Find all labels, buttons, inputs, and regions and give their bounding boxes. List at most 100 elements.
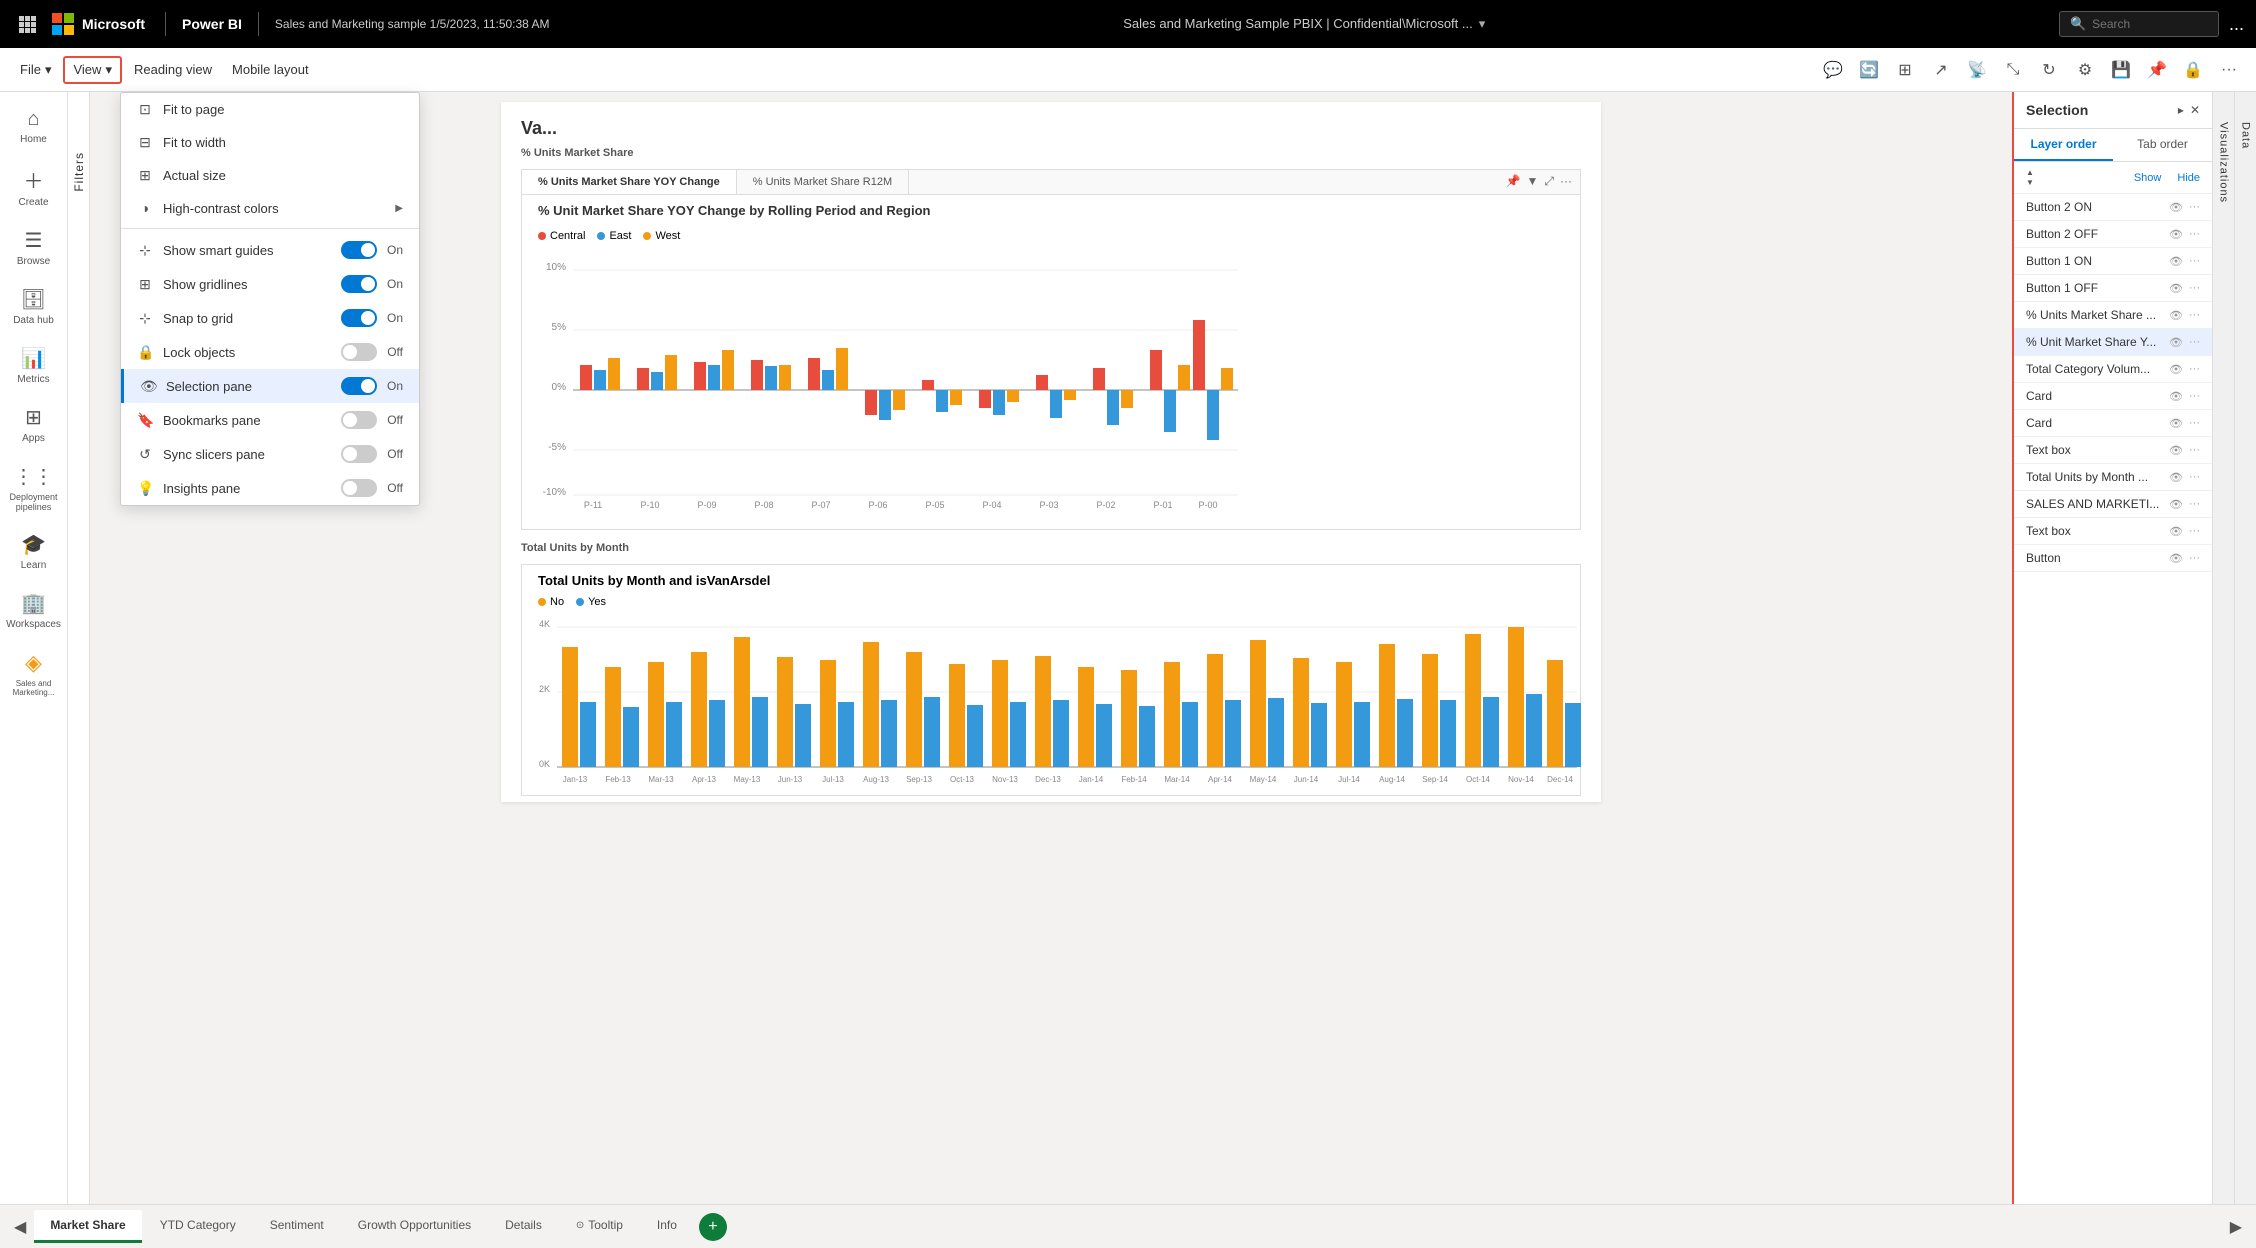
view-button[interactable]: View ▾	[63, 56, 121, 84]
sidebar-item-home[interactable]: ⌂ Home	[4, 100, 64, 153]
layer-button1on[interactable]: Button 1 ON 👁 ···	[2014, 248, 2212, 275]
tab-growth-opportunities[interactable]: Growth Opportunities	[342, 1210, 487, 1243]
visibility-icon[interactable]: 👁	[2169, 336, 2183, 349]
table-icon[interactable]: ⊞	[1890, 55, 1920, 85]
show-button[interactable]: Show	[2134, 172, 2162, 184]
tab-layer-order[interactable]: Layer order	[2014, 129, 2113, 161]
chevron-down-icon[interactable]: ▾	[1479, 16, 1486, 32]
visibility-icon[interactable]: 👁	[2169, 282, 2183, 295]
visibility-icon[interactable]: 👁	[2169, 255, 2183, 268]
more-layer-icon[interactable]: ···	[2189, 255, 2200, 268]
visibility-icon[interactable]: 👁	[2169, 363, 2183, 376]
sidebar-item-learn[interactable]: 🎓 Learn	[4, 524, 64, 579]
visibility-icon[interactable]: 👁	[2169, 417, 2183, 430]
more-layer-icon[interactable]: ···	[2189, 228, 2200, 241]
hide-button[interactable]: Hide	[2177, 172, 2200, 184]
file-button[interactable]: File ▾	[12, 58, 59, 82]
actual-size-item[interactable]: ⊞ Actual size	[121, 159, 419, 192]
security-icon[interactable]: 🔒	[2178, 55, 2208, 85]
tab-sentiment[interactable]: Sentiment	[254, 1210, 340, 1243]
layer-card1[interactable]: Card 👁 ···	[2014, 383, 2212, 410]
tab-tab-order[interactable]: Tab order	[2113, 129, 2212, 161]
high-contrast-item[interactable]: ◑ High-contrast colors ▶	[121, 192, 419, 224]
visibility-icon[interactable]: 👁	[2169, 471, 2183, 484]
search-box[interactable]: 🔍	[2059, 11, 2219, 37]
reading-view-button[interactable]: Reading view	[126, 58, 220, 81]
show-gridlines-item[interactable]: ⊞ Show gridlines On	[121, 267, 419, 301]
prev-page-icon[interactable]: ◀	[8, 1213, 32, 1241]
panel-close-icon[interactable]: ✕	[2190, 103, 2200, 117]
settings-icon[interactable]: ⚙	[2070, 55, 2100, 85]
layer-textbox2[interactable]: Text box 👁 ···	[2014, 518, 2212, 545]
selection-pane-item[interactable]: 👁 Selection pane On	[121, 369, 419, 403]
more-button[interactable]: ...	[2229, 14, 2244, 35]
layer-sales-marketing[interactable]: SALES AND MARKETI... 👁 ···	[2014, 491, 2212, 518]
sidebar-item-metrics[interactable]: 📊 Metrics	[4, 338, 64, 393]
sidebar-item-salesmarketing[interactable]: ◈ Sales and Marketing...	[4, 642, 64, 705]
comment-icon[interactable]: 💬	[1818, 55, 1848, 85]
visibility-icon[interactable]: 👁	[2169, 201, 2183, 214]
sidebar-item-datahub[interactable]: 🗄 Data hub	[4, 279, 64, 334]
save-icon[interactable]: 💾	[2106, 55, 2136, 85]
mobile-layout-button[interactable]: Mobile layout	[224, 58, 317, 81]
visibility-icon[interactable]: 👁	[2169, 498, 2183, 511]
sidebar-item-browse[interactable]: ☰ Browse	[4, 220, 64, 275]
sync-slicers-toggle[interactable]	[341, 445, 377, 463]
layer-button[interactable]: Button 👁 ···	[2014, 545, 2212, 572]
expand-icon[interactable]: ⤡	[1998, 55, 2028, 85]
sidebar-item-create[interactable]: ＋ Create	[4, 157, 64, 216]
chart1-tab1[interactable]: % Units Market Share YOY Change	[522, 170, 737, 194]
tab-tooltip[interactable]: ⊙ Tooltip	[560, 1210, 639, 1243]
more-layer-icon[interactable]: ···	[2189, 471, 2200, 484]
more-layer-icon[interactable]: ···	[2189, 498, 2200, 511]
visibility-icon[interactable]: 👁	[2169, 390, 2183, 403]
insights-toggle[interactable]	[341, 479, 377, 497]
visibility-icon[interactable]: 👁	[2169, 444, 2183, 457]
pin-icon[interactable]: 📌	[2142, 55, 2172, 85]
add-page-button[interactable]: +	[699, 1213, 727, 1241]
more-layer-icon[interactable]: ···	[2189, 363, 2200, 376]
more-layer-icon[interactable]: ···	[2189, 201, 2200, 214]
more-layer-icon[interactable]: ···	[2189, 282, 2200, 295]
layer-pct-units[interactable]: % Units Market Share ... 👁 ···	[2014, 302, 2212, 329]
layer-card2[interactable]: Card 👁 ···	[2014, 410, 2212, 437]
layer-button1off[interactable]: Button 1 OFF 👁 ···	[2014, 275, 2212, 302]
layer-textbox1[interactable]: Text box 👁 ···	[2014, 437, 2212, 464]
more-layer-icon[interactable]: ···	[2189, 525, 2200, 538]
more-layer-icon[interactable]: ···	[2189, 552, 2200, 565]
search-input[interactable]	[2092, 17, 2192, 31]
refresh-icon[interactable]: ↻	[2034, 55, 2064, 85]
layer-total-category[interactable]: Total Category Volum... 👁 ···	[2014, 356, 2212, 383]
more-layer-icon[interactable]: ···	[2189, 309, 2200, 322]
fit-to-page-item[interactable]: ⊡ Fit to page	[121, 93, 419, 126]
expand-chart-icon[interactable]: ⤢	[1544, 174, 1554, 190]
sort-arrows[interactable]: ▲ ▼	[2026, 168, 2034, 187]
tab-info[interactable]: Info	[641, 1210, 693, 1243]
visualizations-tab[interactable]: Visualizations	[2212, 92, 2234, 1204]
tab-market-share[interactable]: Market Share	[34, 1210, 141, 1243]
filters-sidebar[interactable]: Filters	[68, 92, 90, 1204]
tab-ytd-category[interactable]: YTD Category	[144, 1210, 252, 1243]
more-layer-icon[interactable]: ···	[2189, 336, 2200, 349]
snap-to-grid-item[interactable]: ⊹ Snap to grid On	[121, 301, 419, 335]
visibility-icon[interactable]: 👁	[2169, 309, 2183, 322]
bookmarks-pane-item[interactable]: 🔖 Bookmarks pane Off	[121, 403, 419, 437]
sync-icon[interactable]: 🔄	[1854, 55, 1884, 85]
broadcast-icon[interactable]: 📡	[1962, 55, 1992, 85]
more-layer-icon[interactable]: ···	[2189, 417, 2200, 430]
pin-chart-icon[interactable]: 📌	[1506, 174, 1521, 190]
snap-toggle[interactable]	[341, 309, 377, 327]
insights-pane-item[interactable]: 💡 Insights pane Off	[121, 471, 419, 505]
more-ribbon-icon[interactable]: ···	[2214, 55, 2244, 85]
fit-to-width-item[interactable]: ⊟ Fit to width	[121, 126, 419, 159]
grid-icon[interactable]	[12, 9, 42, 39]
visibility-icon[interactable]: 👁	[2169, 552, 2183, 565]
layer-pct-unit-yoy[interactable]: % Unit Market Share Y... 👁 ···	[2014, 329, 2212, 356]
more-chart-icon[interactable]: ···	[1560, 174, 1572, 190]
layer-total-units-month[interactable]: Total Units by Month ... 👁 ···	[2014, 464, 2212, 491]
chart1-tab2[interactable]: % Units Market Share R12M	[737, 170, 909, 194]
selection-pane-toggle[interactable]	[341, 377, 377, 395]
show-smart-guides-item[interactable]: ⊹ Show smart guides On	[121, 233, 419, 267]
tab-details[interactable]: Details	[489, 1210, 558, 1243]
more-layer-icon[interactable]: ···	[2189, 444, 2200, 457]
